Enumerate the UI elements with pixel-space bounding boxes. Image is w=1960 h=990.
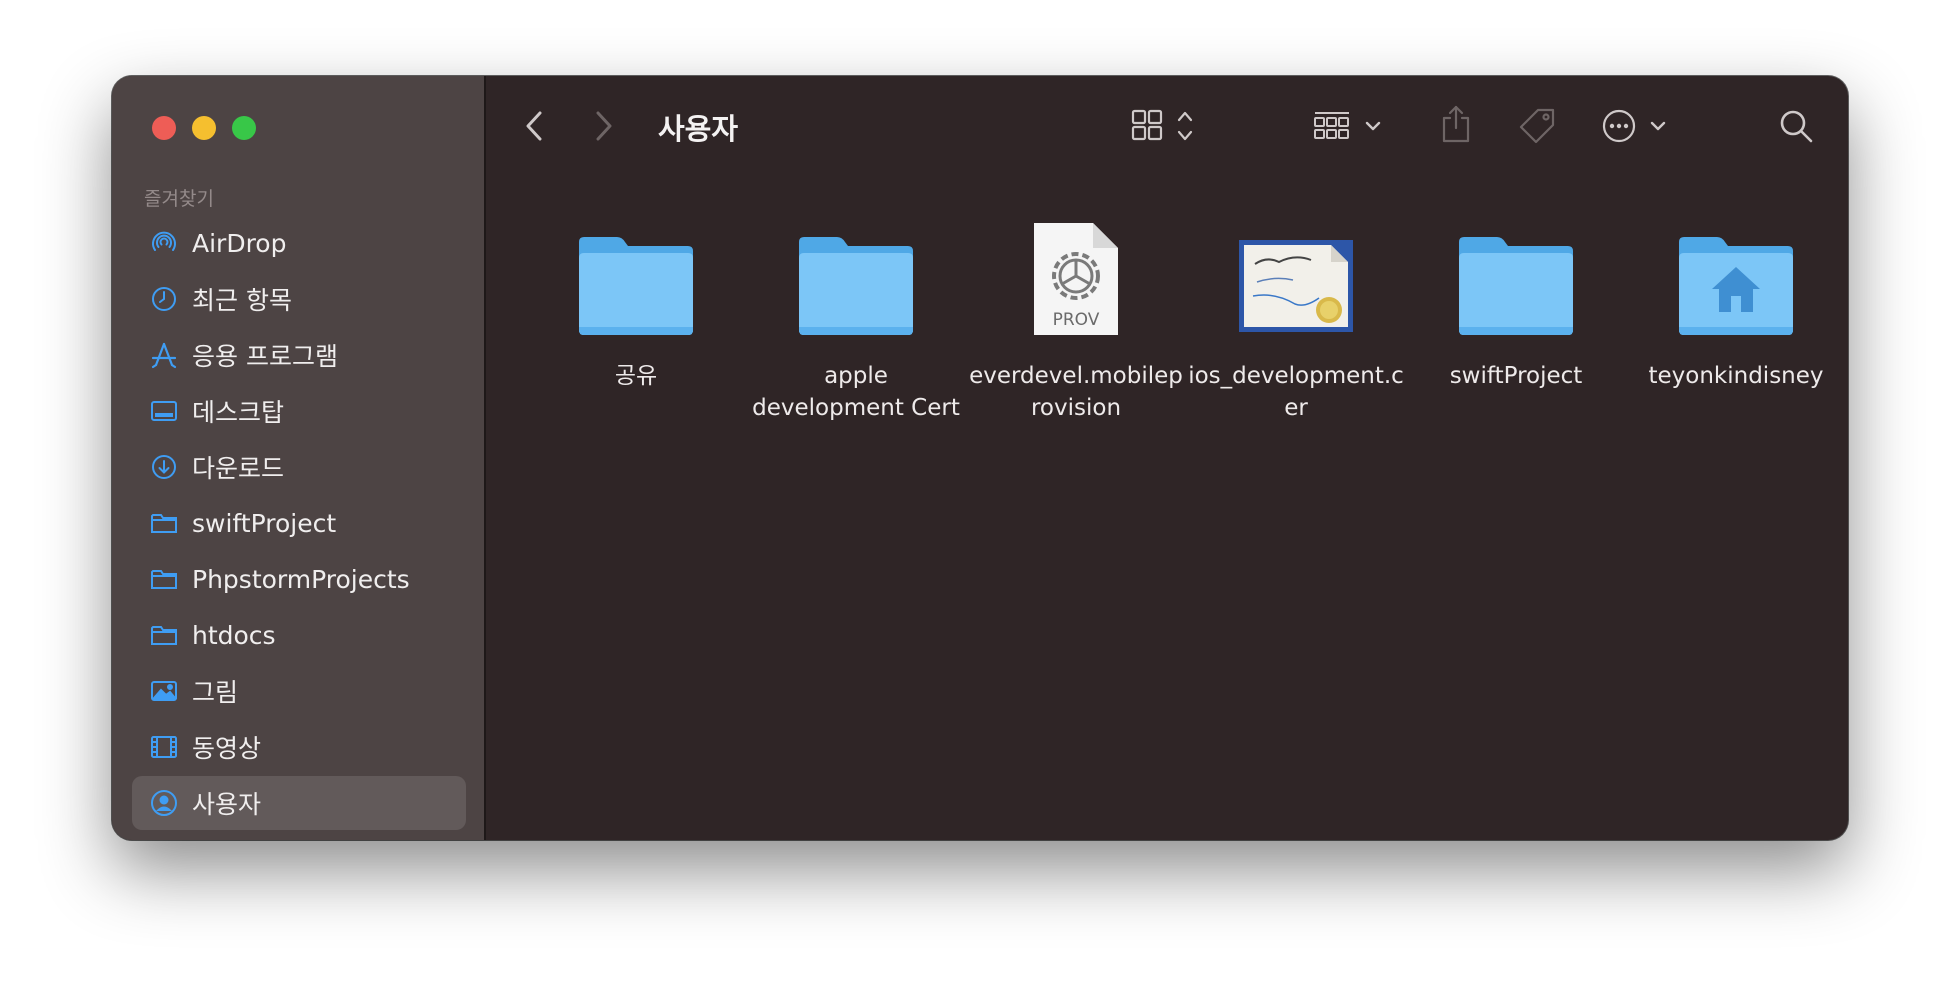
user-icon — [148, 787, 180, 819]
sidebar-item-label: 동영상 — [192, 734, 262, 763]
folder-icon — [566, 210, 706, 338]
movies-icon — [148, 731, 180, 763]
finder-window: 즐겨찾기 AirDrop 최근 항목 응용 프로그램 데스크탑 다운로드 swi… — [112, 76, 1848, 840]
chevron-left-icon — [526, 111, 542, 141]
sidebar-item-phpstormprojects[interactable]: PhpstormProjects — [132, 552, 466, 606]
group-by-button[interactable] — [1312, 108, 1388, 144]
sidebar-item-label: 다운로드 — [192, 454, 285, 483]
sidebar-item-label: 최근 항목 — [192, 286, 292, 315]
folder-icon — [148, 563, 180, 595]
file-name: apple development Cert — [752, 363, 960, 421]
file-item[interactable]: swiftProject — [1406, 210, 1626, 424]
sidebar-list: AirDrop 최근 항목 응용 프로그램 데스크탑 다운로드 swiftPro… — [132, 216, 466, 832]
folder-icon — [786, 210, 926, 338]
group-grid-icon — [1314, 112, 1381, 139]
sidebar-item-label: swiftProject — [192, 508, 337, 538]
sidebar-item-user[interactable]: 사용자 — [132, 776, 466, 830]
file-item[interactable]: apple development Cert — [746, 210, 966, 424]
folder-icon — [148, 507, 180, 539]
sidebar-item-label: htdocs — [192, 620, 276, 650]
file-name: 공유 — [614, 363, 658, 389]
sidebar-item-applications[interactable]: 응용 프로그램 — [132, 328, 466, 382]
sidebar-item-pictures[interactable]: 그림 — [132, 664, 466, 718]
download-icon — [148, 451, 180, 483]
folder-icon — [148, 619, 180, 651]
search-button[interactable] — [1776, 106, 1816, 146]
file-name: ios_development.cer — [1188, 363, 1404, 421]
file-name: teyonkindisney — [1648, 363, 1824, 389]
sidebar: 즐겨찾기 AirDrop 최근 항목 응용 프로그램 데스크탑 다운로드 swi… — [112, 76, 486, 840]
tag-icon — [1519, 108, 1555, 144]
toolbar: 사용자 — [486, 76, 1848, 176]
clock-icon — [148, 283, 180, 315]
home-folder-icon — [1666, 210, 1806, 338]
sidebar-item-label: 그림 — [192, 678, 239, 707]
file-item[interactable]: teyonkindisney — [1626, 210, 1846, 424]
provisioning-profile-icon: PROV — [1006, 210, 1146, 338]
window-controls — [152, 116, 256, 140]
minimize-button[interactable] — [192, 116, 216, 140]
sidebar-item-recents[interactable]: 최근 항목 — [132, 272, 466, 326]
favorites-section-label: 즐겨찾기 — [144, 188, 214, 210]
tag-button[interactable] — [1516, 104, 1560, 148]
file-name: everdevel.mobileprovision — [969, 363, 1183, 421]
share-icon — [1442, 105, 1470, 143]
airdrop-icon — [148, 227, 180, 259]
back-button[interactable] — [516, 106, 552, 146]
sidebar-item-label: 데스크탑 — [192, 398, 285, 427]
file-item[interactable]: ios_development.cer — [1186, 210, 1406, 424]
window-title: 사용자 — [658, 112, 739, 146]
share-button[interactable] — [1436, 102, 1476, 146]
sidebar-item-label: PhpstormProjects — [192, 564, 410, 594]
pictures-icon — [148, 675, 180, 707]
sidebar-item-label: 사용자 — [192, 790, 262, 819]
certificate-icon — [1226, 210, 1366, 338]
view-mode-button[interactable] — [1130, 108, 1200, 144]
file-item[interactable]: PROV everdevel.mobileprovision — [966, 210, 1186, 424]
file-grid: 공유 apple development Cert PROV everdevel… — [526, 210, 1846, 424]
sidebar-item-downloads[interactable]: 다운로드 — [132, 440, 466, 494]
file-name: swiftProject — [1449, 363, 1583, 389]
forward-button[interactable] — [586, 106, 622, 146]
sidebar-item-htdocs[interactable]: htdocs — [132, 608, 466, 662]
desktop-icon — [148, 395, 180, 427]
sidebar-item-airdrop[interactable]: AirDrop — [132, 216, 466, 270]
search-icon — [1780, 110, 1813, 143]
sidebar-item-swiftproject[interactable]: swiftProject — [132, 496, 466, 550]
sidebar-item-label: 응용 프로그램 — [192, 342, 338, 371]
ellipsis-circle-icon — [1602, 109, 1666, 143]
more-actions-button[interactable] — [1600, 106, 1674, 146]
sidebar-item-desktop[interactable]: 데스크탑 — [132, 384, 466, 438]
content-area: 사용자 공유 apple development Cert PROV everd… — [486, 76, 1848, 840]
icon-view-grid-icon — [1131, 109, 1193, 141]
close-button[interactable] — [152, 116, 176, 140]
sidebar-item-label: AirDrop — [192, 228, 287, 258]
chevron-right-icon — [596, 111, 612, 141]
applications-icon — [148, 339, 180, 371]
folder-icon — [1446, 210, 1586, 338]
sidebar-item-movies[interactable]: 동영상 — [132, 720, 466, 774]
zoom-button[interactable] — [232, 116, 256, 140]
file-item[interactable]: 공유 — [526, 210, 746, 424]
file-type-badge: PROV — [1052, 310, 1100, 330]
